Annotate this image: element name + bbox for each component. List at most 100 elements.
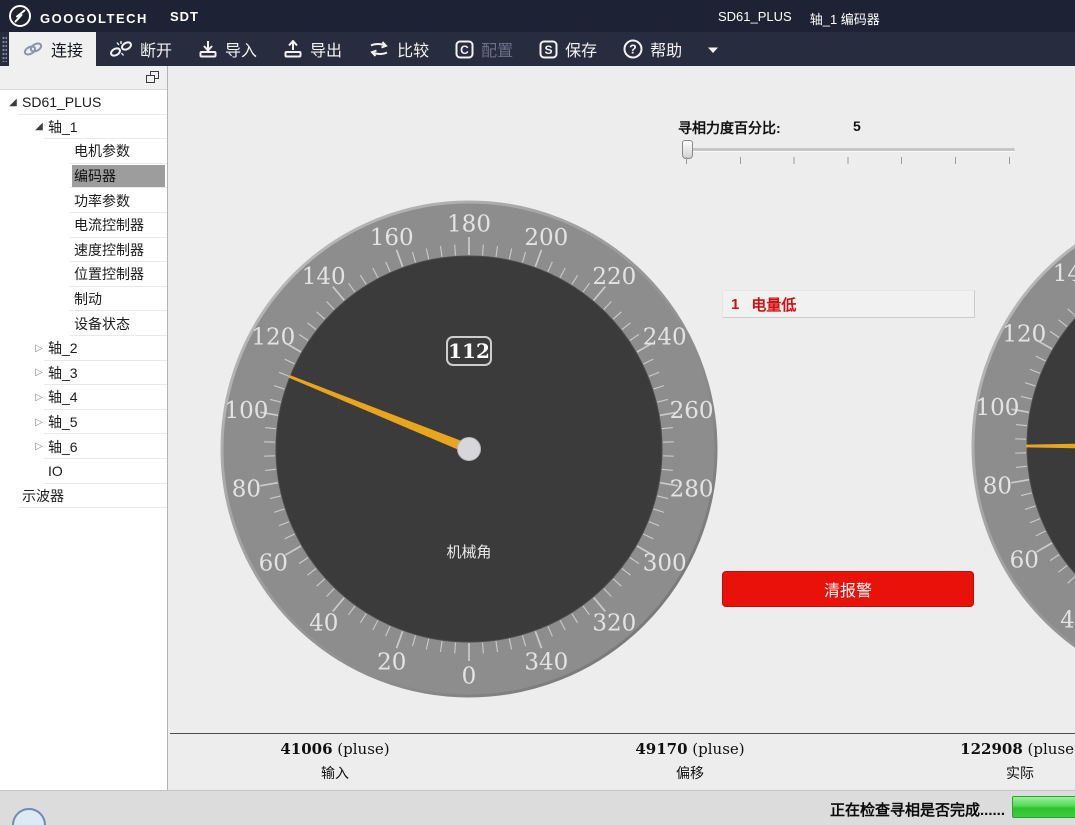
float-panel-icon[interactable] [146,71,159,83]
tree-expanded-icon[interactable]: ◢ [6,97,20,108]
toolbar-button-label: 导出 [310,37,342,61]
sidebar-item-current-ctrl[interactable]: 电流控制器 [0,213,167,238]
svg-text:机械角: 机械角 [446,544,491,561]
svg-text:200: 200 [524,225,568,251]
help-icon: ? [623,39,643,59]
toolbar-button-label: 保存 [565,37,597,61]
googoltech-logo-icon [8,4,32,33]
phase-strength-slider[interactable] [686,148,1015,152]
svg-text:100: 100 [975,395,1019,421]
readout-actual: 122908 (pluse)实际 [960,740,1075,783]
sidebar-item-io[interactable]: IO [0,459,167,484]
status-logo-icon [12,808,46,825]
svg-text:320: 320 [592,610,636,636]
second-gauge: 0204060801001201401601802002202402602803… [970,196,1075,696]
context-name: 轴_1 编码器 [810,9,880,28]
sidebar-item-axis-2[interactable]: ▷轴_2 [0,336,167,361]
tree-collapsed-icon[interactable]: ▷ [32,343,46,354]
tree-expanded-icon[interactable]: ◢ [32,121,46,132]
toolbar-button-label: 配置 [481,37,513,61]
toolbar-button-disconnect[interactable]: 断开 [96,32,185,66]
sidebar-item-oscilloscope[interactable]: 示波器 [0,484,167,509]
tree-collapsed-icon[interactable]: ▷ [32,417,46,428]
sidebar-item-axis-1[interactable]: ◢轴_1 [0,115,167,140]
tree-item-label: IO [46,460,165,482]
sidebar-item-axis-5[interactable]: ▷轴_5 [0,410,167,435]
mechanical-angle-gauge: 0204060801001201401601802002202402602803… [219,199,719,699]
svg-text:80: 80 [983,474,1012,500]
svg-text:240: 240 [643,324,687,350]
svg-text:300: 300 [643,550,687,576]
svg-text:140: 140 [1053,261,1075,287]
svg-text:180: 180 [447,211,491,237]
svg-text:160: 160 [370,225,414,251]
toolbar-button-connect[interactable]: 连接 [9,32,96,66]
readout-label: 偏移 [635,763,744,783]
svg-text:220: 220 [592,264,636,290]
sidebar-item-position-ctrl[interactable]: 位置控制器 [0,262,167,287]
slider-ticks [686,157,1011,164]
brand-name: GOOGOLTECH [40,11,148,26]
sidebar-item-axis-6[interactable]: ▷轴_6 [0,434,167,459]
sidebar-item-brake[interactable]: 制动 [0,287,167,312]
readout-value: 122908 (pluse) [960,740,1075,758]
toolbar-button-compare[interactable]: 比较 [355,32,442,66]
tree-item-label: 轴_6 [46,436,165,458]
sidebar-header [0,66,167,90]
toolbar-button-import[interactable]: 导入 [185,32,270,66]
readouts-divider [170,733,1075,734]
svg-text:S: S [545,42,553,56]
sidebar-item-device-status[interactable]: 设备状态 [0,311,167,336]
tree-item-label: 轴_3 [46,362,165,384]
tree-item-label: 功率参数 [72,190,165,212]
broken-link-icon [109,40,133,58]
toolbar-button-export[interactable]: 导出 [270,32,355,66]
tree-collapsed-icon[interactable]: ▷ [32,392,46,403]
svg-text:40: 40 [309,610,338,636]
clear-alarm-button[interactable]: 清报警 [722,571,974,607]
sidebar-item-speed-ctrl[interactable]: 速度控制器 [0,238,167,263]
tree-item-label: 编码器 [72,165,165,187]
brand: GOOGOLTECH [8,4,148,33]
tree-item-label: 轴_4 [46,386,165,408]
toolbar-overflow-button[interactable] [695,32,731,66]
svg-text:40: 40 [1060,607,1075,633]
title-bar: GOOGOLTECH SDT SD61_PLUS 轴_1 编码器 [0,0,1075,32]
svg-text:60: 60 [1010,547,1039,573]
chevron-down-icon [707,42,719,57]
svg-text:80: 80 [232,477,261,503]
toolbar-button-label: 连接 [51,37,83,61]
sidebar-item-axis-3[interactable]: ▷轴_3 [0,361,167,386]
link-icon [22,41,44,57]
toolbar-button-save[interactable]: S 保存 [526,32,610,66]
phase-strength-label: 寻相力度百分比: [678,118,781,138]
alarm-row[interactable]: 1 电量低 [722,290,975,318]
sidebar-item-axis-4[interactable]: ▷轴_4 [0,385,167,410]
toolbar-button-help[interactable]: ?帮助 [610,32,695,66]
compare-icon [368,41,390,57]
sidebar-item-encoder[interactable]: 编码器 [0,164,167,189]
sidebar: ◢SD61_PLUS◢轴_1电机参数编码器功率参数电流控制器速度控制器位置控制器… [0,66,168,790]
svg-text:140: 140 [302,264,346,290]
sidebar-item-motor-params[interactable]: 电机参数 [0,139,167,164]
status-bar: 正在检查寻相是否完成...... [0,790,1075,825]
device-name: SD61_PLUS [718,9,792,28]
toolbar-button-config[interactable]: C 配置 [442,32,526,66]
tree-collapsed-icon[interactable]: ▷ [32,441,46,452]
sidebar-item-power-params[interactable]: 功率参数 [0,188,167,213]
tree-collapsed-icon[interactable]: ▷ [32,367,46,378]
svg-text:280: 280 [670,477,714,503]
tree-item-label: 位置控制器 [72,263,165,285]
main-panel: 寻相力度百分比: 5 02040608010012014016018020022… [168,66,1075,790]
readout-offset: 49170 (pluse)偏移 [635,740,744,783]
svg-text:C: C [460,42,469,56]
readout-input: 41006 (pluse)输入 [280,740,389,783]
sidebar-item-sd61-plus[interactable]: ◢SD61_PLUS [0,90,167,115]
app-window: GOOGOLTECH SDT SD61_PLUS 轴_1 编码器 连接断开导入 导… [0,0,1075,825]
toolbar-button-label: 比较 [397,37,429,61]
svg-text:120: 120 [1002,321,1046,347]
tree-item-label: 设备状态 [72,313,165,335]
config-icon: C [455,40,474,59]
toolbar-grip-handle[interactable] [2,36,7,62]
import-icon [198,40,218,58]
